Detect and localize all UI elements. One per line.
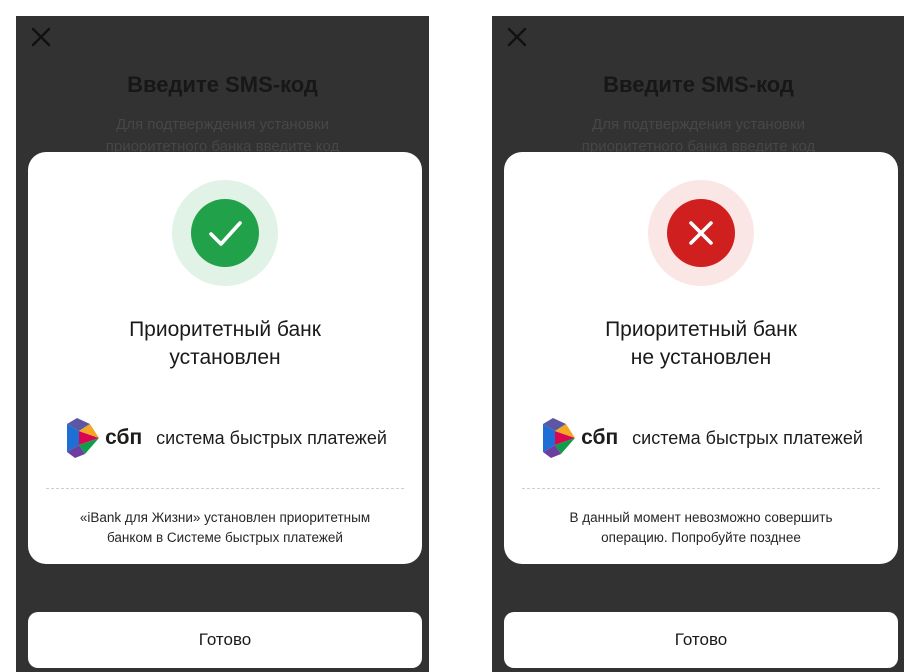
close-icon[interactable] — [504, 24, 530, 50]
description-line: операцию. Попробуйте позднее — [601, 530, 801, 545]
dialog-title-line: установлен — [169, 346, 281, 369]
sbp-short-label: сбп — [105, 426, 143, 449]
dialog-title-line: не установлен — [630, 346, 772, 369]
sms-screen-title: Введите SMS-код — [127, 72, 318, 97]
cross-icon — [667, 199, 735, 267]
result-dialog: Приоритетный банк не установлен сбп сист… — [504, 152, 898, 564]
sbp-logo-icon — [543, 418, 576, 458]
divider — [522, 488, 880, 489]
description-line: банком в Системе быстрых платежей — [107, 530, 343, 545]
dialog-description: «iBank для Жизни» установлен приоритетны… — [48, 508, 402, 548]
sms-subtitle-line: Для подтверждения установки — [592, 116, 805, 133]
sms-subtitle-line: Для подтверждения установки — [116, 116, 329, 133]
status-halo — [648, 180, 754, 286]
status-halo — [172, 180, 278, 286]
divider — [46, 488, 404, 489]
dialog-title-line: Приоритетный банк — [129, 318, 321, 341]
dialog-title: Приоритетный банк не установлен — [514, 316, 888, 372]
done-button[interactable]: Готово — [28, 612, 422, 668]
dialog-title-line: Приоритетный банк — [605, 318, 797, 341]
sbp-logo-icon — [67, 418, 100, 458]
sbp-branding: сбп система быстрых платежей — [28, 418, 422, 458]
close-icon[interactable] — [28, 24, 54, 50]
success-screen: Введите SMS-код Для подтверждения устано… — [16, 16, 429, 672]
done-button[interactable]: Готово — [504, 612, 898, 668]
check-icon — [191, 199, 259, 267]
error-screen: Введите SMS-код Для подтверждения устано… — [492, 16, 904, 672]
dialog-description: В данный момент невозможно совершить опе… — [524, 508, 878, 548]
sbp-short-label: сбп — [581, 426, 619, 449]
dialog-title: Приоритетный банк установлен — [38, 316, 412, 372]
sms-screen-title: Введите SMS-код — [603, 72, 794, 97]
description-line: В данный момент невозможно совершить — [569, 510, 833, 525]
result-dialog: Приоритетный банк установлен сбп система… — [28, 152, 422, 564]
sbp-full-label: система быстрых платежей — [156, 427, 387, 448]
sbp-branding: сбп система быстрых платежей — [504, 418, 898, 458]
sbp-full-label: система быстрых платежей — [632, 427, 863, 448]
description-line: «iBank для Жизни» установлен приоритетны… — [79, 510, 371, 525]
